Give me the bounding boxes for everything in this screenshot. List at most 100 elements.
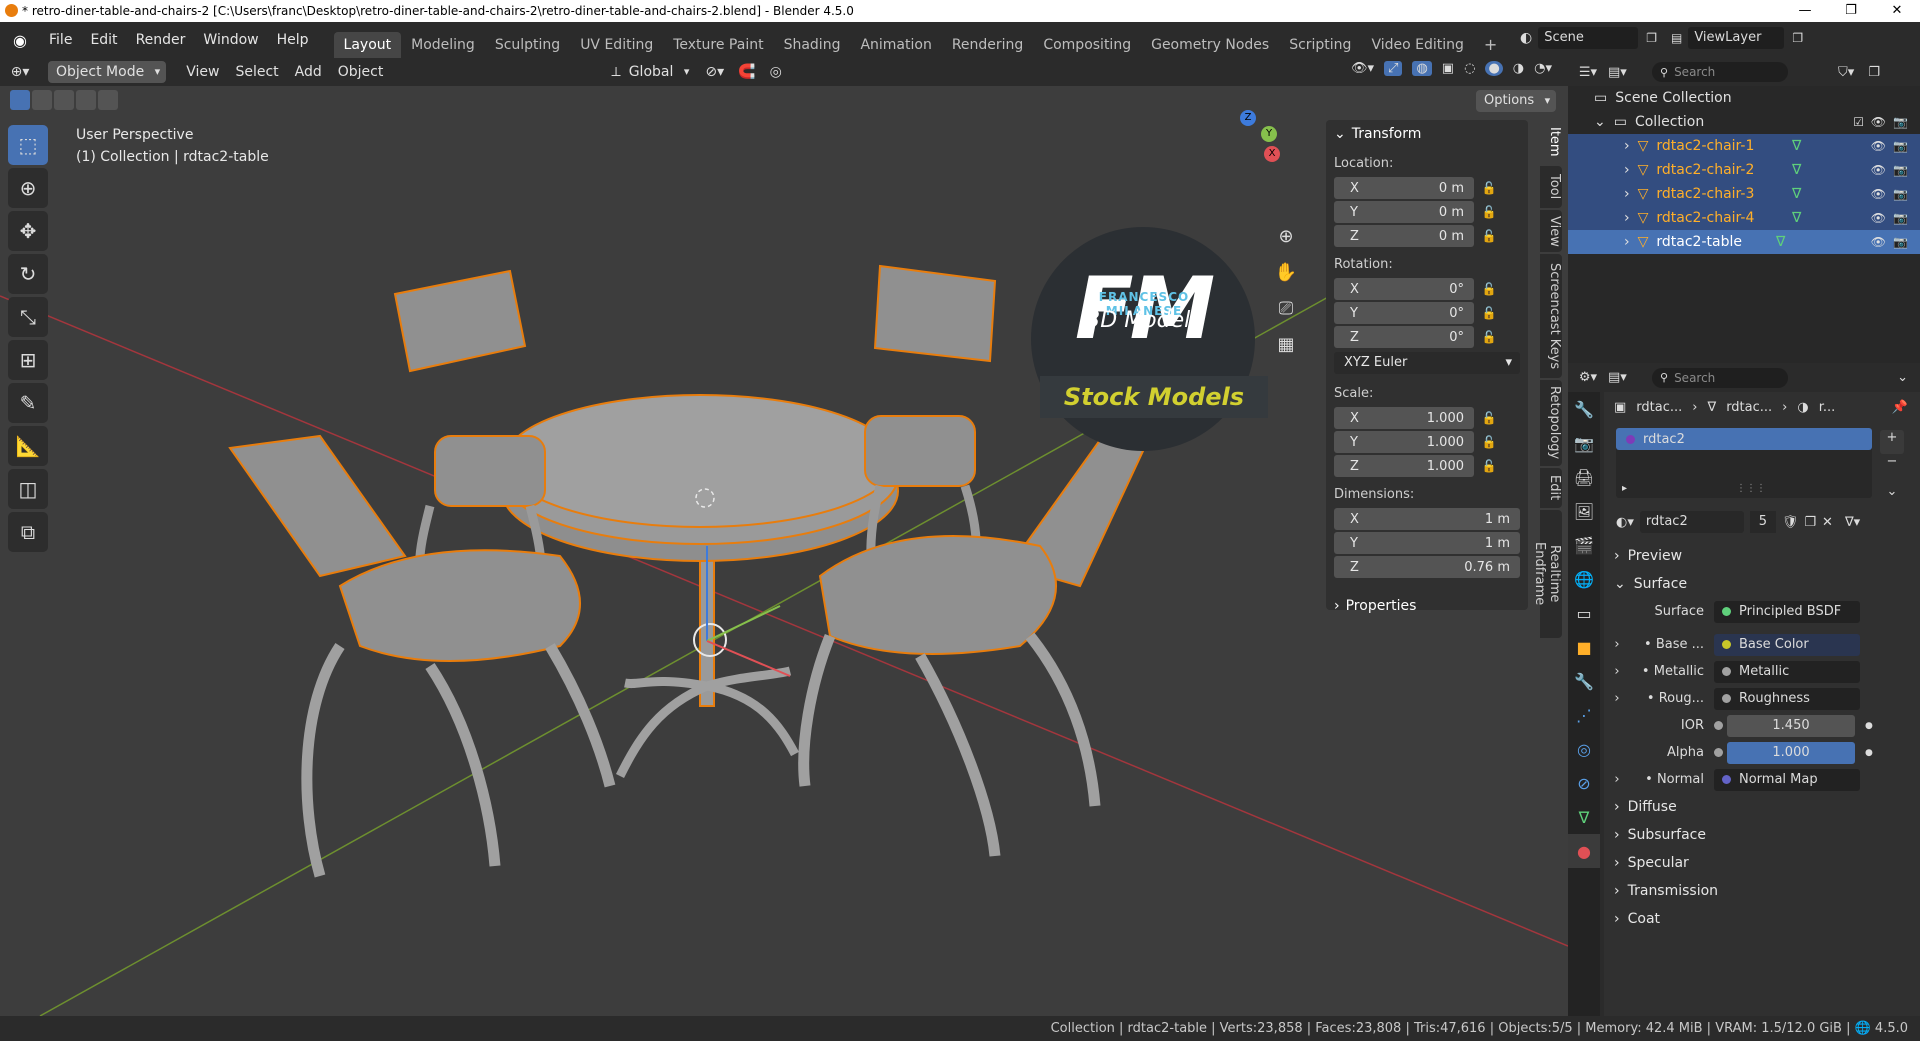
link-type-icon[interactable]: ∇▾ — [1845, 515, 1860, 530]
filter-icon[interactable]: ⛉▾ — [1838, 65, 1854, 80]
menu-render[interactable]: Render — [127, 28, 195, 52]
tab-sculpting[interactable]: Sculpting — [485, 32, 570, 58]
tab-uv-editing[interactable]: UV Editing — [570, 32, 663, 58]
tool-properties-icon[interactable]: 🔧 — [1568, 392, 1600, 426]
gizmo-y-icon[interactable]: Y — [1261, 126, 1277, 142]
move-tool-icon[interactable]: ✥ — [8, 211, 48, 251]
tab-view[interactable]: View — [1540, 210, 1562, 252]
blender-menu-icon[interactable]: ◉ — [0, 31, 40, 50]
gizmo-x-icon[interactable]: X — [1264, 146, 1280, 162]
material-name-field[interactable]: rdtac2 — [1639, 511, 1744, 533]
duplicate-icon[interactable]: ❐ — [1804, 515, 1816, 530]
dimensions-y-field[interactable]: Y1 m — [1334, 532, 1520, 554]
surface-section-header[interactable]: ⌄ Surface — [1604, 570, 1920, 598]
ior-field[interactable]: 1.450 — [1727, 714, 1855, 737]
resize-handle-icon[interactable]: ⋮⋮⋮ — [1736, 483, 1766, 494]
camera-view-icon[interactable]: ⎚ — [1272, 298, 1300, 334]
rotation-mode-dropdown[interactable]: XYZ Euler — [1334, 352, 1520, 374]
metallic-field[interactable]: Metallic — [1714, 660, 1860, 683]
pin-view-icon[interactable]: ▤▾ — [1608, 370, 1642, 385]
particles-properties-icon[interactable]: ⋰ — [1568, 698, 1600, 732]
add-workspace-button[interactable]: + — [1474, 32, 1507, 58]
select-box-tool-icon[interactable]: ⬚ — [8, 125, 48, 165]
tab-scripting[interactable]: Scripting — [1279, 32, 1361, 58]
coat-section-header[interactable]: › Coat — [1604, 905, 1920, 933]
camera-icon[interactable]: 📷 — [1893, 235, 1908, 249]
chevron-right-icon[interactable]: › — [1604, 772, 1630, 787]
physics-properties-icon[interactable]: ◎ — [1568, 732, 1600, 766]
close-button[interactable]: ✕ — [1874, 0, 1920, 22]
scale-y-field[interactable]: Y 1.000 — [1334, 431, 1474, 453]
preview-section-header[interactable]: › Preview — [1604, 542, 1920, 570]
remove-slot-button[interactable]: − — [1880, 454, 1904, 478]
menu-file[interactable]: File — [40, 28, 81, 52]
object-mode-dropdown[interactable]: Object Mode — [48, 61, 167, 83]
tab-screencast-keys[interactable]: Screencast Keys — [1540, 254, 1562, 378]
zoom-icon[interactable]: ⊕ — [1272, 226, 1300, 262]
location-y-field[interactable]: Y0 m — [1334, 201, 1474, 223]
scale-x-field[interactable]: X 1.000 — [1334, 407, 1474, 429]
lock-icon[interactable]: 🔓 — [1474, 306, 1504, 320]
lock-icon[interactable]: 🔓 — [1474, 229, 1504, 243]
properties-editor-icon[interactable]: ⚙▾ — [1568, 370, 1608, 385]
camera-icon[interactable]: 📷 — [1893, 115, 1908, 129]
material-slot-item[interactable]: rdtac2 — [1616, 428, 1872, 450]
tab-texture-paint[interactable]: Texture Paint — [663, 32, 773, 58]
select-invert-icon[interactable] — [76, 90, 96, 110]
eye-icon[interactable]: 👁 — [1871, 139, 1886, 153]
outliner-item-chair-2[interactable]: › ▽ rdtac2-chair-2 ∇ 👁 📷 — [1568, 158, 1920, 182]
lock-icon[interactable]: 🔓 — [1474, 411, 1504, 425]
menu-object[interactable]: Object — [330, 61, 392, 83]
tab-tool[interactable]: Tool — [1540, 166, 1562, 208]
menu-select[interactable]: Select — [227, 61, 286, 83]
snap-icon[interactable]: 🧲 — [738, 64, 755, 80]
transmission-section-header[interactable]: › Transmission — [1604, 877, 1920, 905]
cursor-tool-icon[interactable]: ⊕ — [8, 168, 48, 208]
unlink-icon[interactable]: ✕ — [1822, 515, 1833, 530]
select-new-icon[interactable] — [10, 90, 30, 110]
tab-geometry-nodes[interactable]: Geometry Nodes — [1141, 32, 1279, 58]
dimensions-x-field[interactable]: X1 m — [1334, 508, 1520, 530]
proportional-edit-icon[interactable]: ◎ — [770, 64, 782, 80]
scale-z-field[interactable]: Z 1.000 — [1334, 455, 1474, 477]
normal-field[interactable]: Normal Map — [1714, 768, 1860, 791]
constraints-properties-icon[interactable]: ⊘ — [1568, 766, 1600, 800]
lock-icon[interactable]: 🔓 — [1474, 205, 1504, 219]
chevron-right-icon[interactable]: › — [1604, 691, 1630, 706]
shear-tool-icon[interactable]: ⧉ — [8, 512, 48, 552]
subsurface-section-header[interactable]: › Subsurface — [1604, 821, 1920, 849]
overlay-toggle-icon[interactable]: ◍ — [1412, 61, 1432, 76]
render-properties-icon[interactable]: 📷 — [1568, 426, 1600, 460]
object-properties-icon[interactable]: ■ — [1568, 630, 1600, 664]
chevron-right-icon[interactable]: › — [1604, 664, 1630, 679]
outliner-item-chair-4[interactable]: › ▽ rdtac2-chair-4 ∇ 👁 📷 — [1568, 206, 1920, 230]
add-slot-button[interactable]: + — [1880, 430, 1904, 454]
checkbox-icon[interactable]: ☑ — [1853, 115, 1864, 129]
user-count[interactable]: 5 — [1749, 511, 1776, 533]
rotation-y-field[interactable]: Y 0° — [1334, 302, 1474, 324]
maximize-button[interactable]: ❐ — [1828, 0, 1874, 22]
diffuse-section-header[interactable]: › Diffuse — [1604, 793, 1920, 821]
rotate-tool-icon[interactable]: ↻ — [8, 254, 48, 294]
outliner-item-table[interactable]: › ▽ rdtac2-table ∇ 👁 📷 — [1568, 230, 1920, 254]
select-subtract-icon[interactable] — [54, 90, 74, 110]
menu-view[interactable]: View — [178, 61, 227, 83]
specular-section-header[interactable]: › Specular — [1604, 849, 1920, 877]
wireframe-shading-icon[interactable]: ◌ — [1464, 61, 1475, 76]
view-layer-field[interactable]: ViewLayer — [1688, 27, 1785, 49]
pan-hand-icon[interactable]: ✋ — [1272, 262, 1300, 298]
transform-orientation-dropdown[interactable]: Global — [621, 61, 696, 83]
lock-icon[interactable]: 🔓 — [1474, 330, 1504, 344]
add-cube-tool-icon[interactable]: ◫ — [8, 469, 48, 509]
tab-realtime-endframe[interactable]: Realtime Endframe — [1532, 510, 1562, 638]
keyframe-dot-icon[interactable]: ● — [1865, 721, 1873, 731]
rotation-z-field[interactable]: Z 0° — [1334, 326, 1474, 348]
eye-icon[interactable]: 👁 — [1871, 115, 1886, 129]
navigation-gizmo[interactable]: Z Y X — [1215, 106, 1285, 176]
rendered-shading-icon[interactable]: ◔▾ — [1534, 61, 1552, 76]
tab-item[interactable]: Item — [1540, 120, 1562, 164]
xray-icon[interactable]: ▣ — [1442, 61, 1454, 76]
expand-icon[interactable]: ▸ — [1622, 483, 1627, 494]
tab-video-editing[interactable]: Video Editing — [1361, 32, 1473, 58]
select-extend-icon[interactable] — [32, 90, 52, 110]
